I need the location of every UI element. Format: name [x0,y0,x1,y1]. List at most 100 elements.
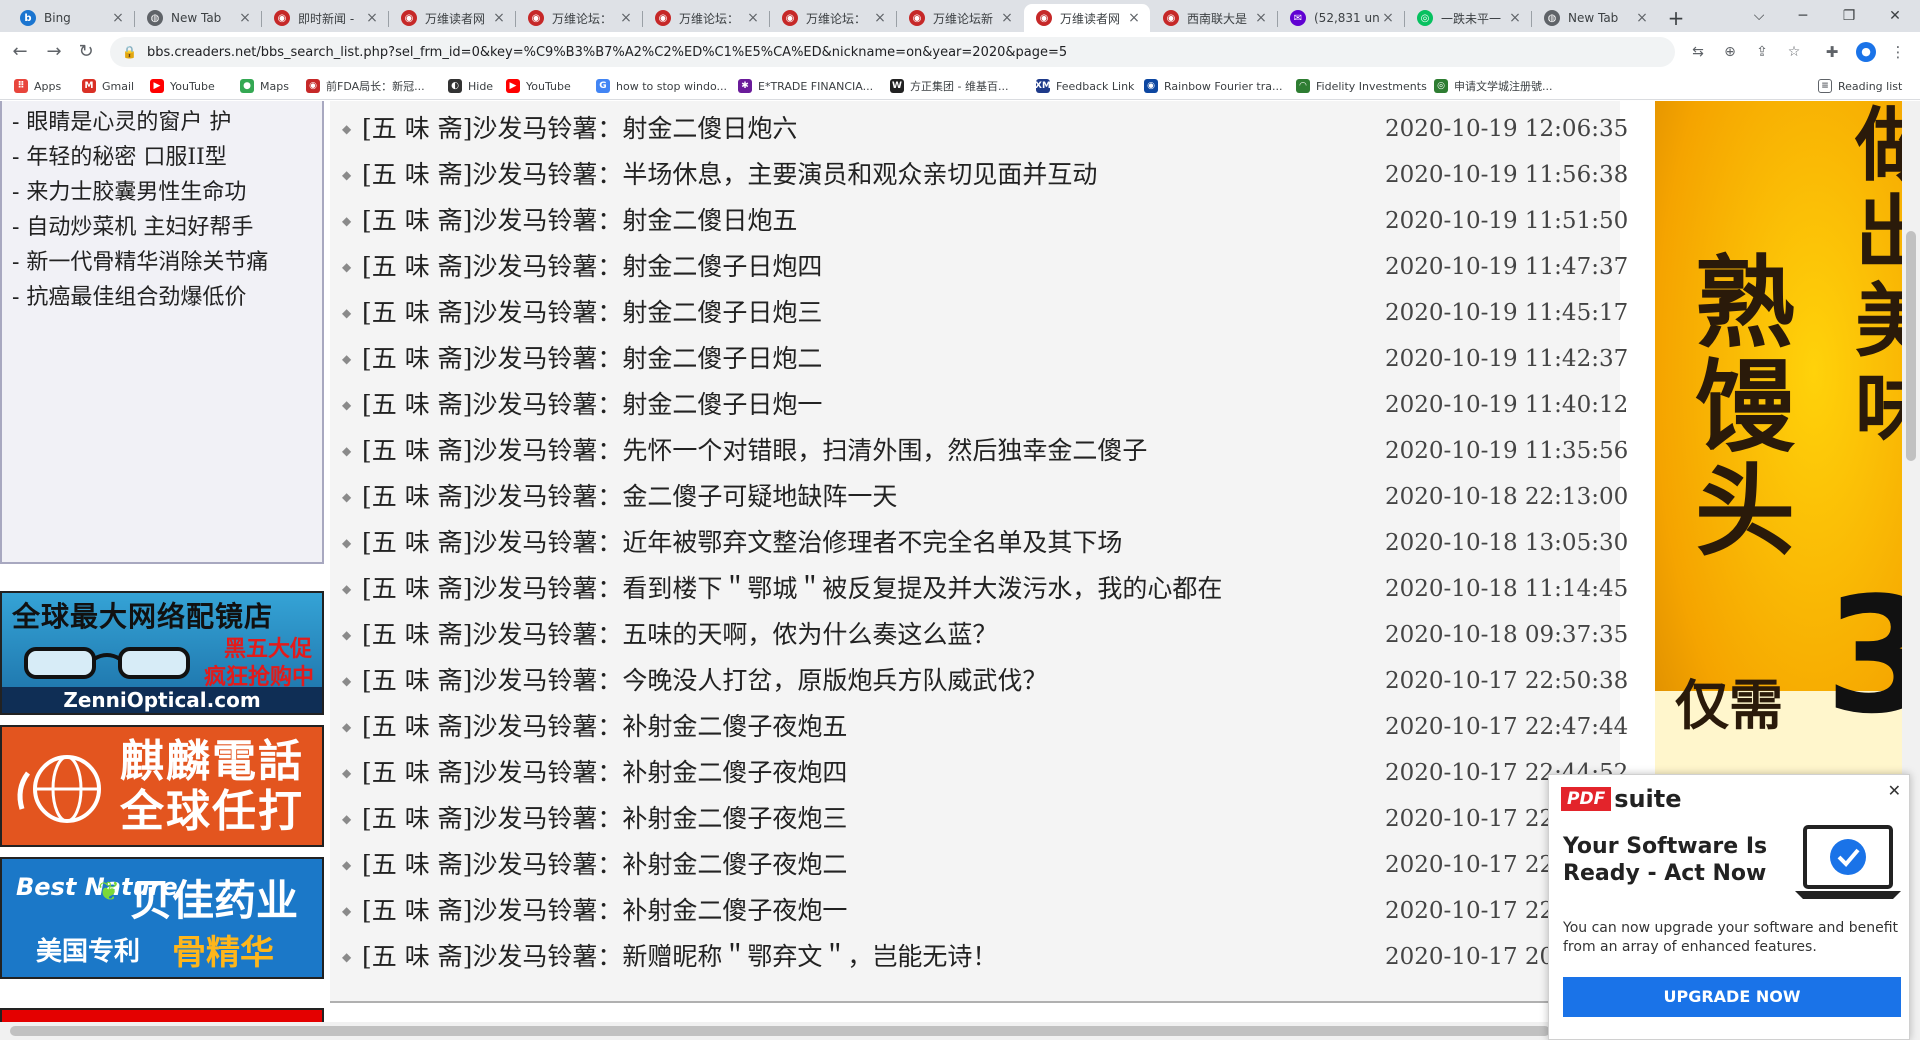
sidebar-ad-link[interactable]: - 自动炒菜机 主妇好帮手 [12,210,322,245]
sidebar-ad-link[interactable]: - 抗癌最佳组合劲爆低价 [12,280,322,315]
tab-close-icon[interactable]: × [999,10,1015,26]
browser-tab[interactable]: ◉ 西南联大是 × [1151,4,1277,32]
wikipedia-icon: W [890,79,904,93]
tab-close-icon[interactable]: × [745,10,761,26]
post-title-link[interactable]: [五 味 斋]沙发马铃薯：射金二傻子日炮一 [362,382,822,428]
browser-tab[interactable]: ◉ 即时新闻 - × [262,4,388,32]
menu-kebab-icon[interactable]: ⋮ [1884,38,1912,66]
tab-close-icon[interactable]: × [237,10,253,26]
post-title-link[interactable]: [五 味 斋]沙发马铃薯：射金二傻子日炮二 [362,336,822,382]
diamond-bullet-icon: ◆ [342,536,352,550]
extensions-puzzle-icon[interactable]: ✚ [1818,38,1846,66]
tab-close-icon[interactable]: × [1507,10,1523,26]
bookmark-item[interactable]: ◠ Fidelity Investments [1296,77,1427,95]
post-title-link[interactable]: [五 味 斋]沙发马铃薯：补射金二傻子夜炮三 [362,796,847,842]
sidebar-ad-link[interactable]: - 新一代骨精华消除关节痛 [12,245,322,280]
bookmark-item[interactable]: ✱ E*TRADE FINANCIA... [738,77,873,95]
minimize-icon[interactable]: ─ [1780,2,1826,30]
bookmark-item[interactable]: XM Feedback Link [1035,77,1134,95]
reload-icon[interactable]: ↻ [72,38,100,66]
browser-tab[interactable]: ◉ 万维论坛： × [516,4,642,32]
bookmark-item[interactable]: ◐ Hide [448,77,493,95]
tab-close-icon[interactable]: × [364,10,380,26]
tab-close-icon[interactable]: × [872,10,888,26]
sidebar-ad-link[interactable]: - 来力士胶囊男性生命功 [12,175,322,210]
wechat-icon: ◎ [1417,10,1433,26]
post-title-link[interactable]: [五 味 斋]沙发马铃薯：新赠昵称＂鄂弃文＂，岂能无诗！ [362,934,997,980]
bookmark-item[interactable]: M Gmail [82,77,134,95]
post-title-link[interactable]: [五 味 斋]沙发马铃薯：补射金二傻子夜炮一 [362,888,847,934]
creaders-icon: ◉ [909,10,925,26]
bookmark-item[interactable]: ◉ Rainbow Fourier tra... [1144,77,1282,95]
bookmark-item[interactable]: ▶ YouTube [150,77,215,95]
post-title-link[interactable]: [五 味 斋]沙发马铃薯：半场休息，主要演员和观众亲切见面并互动 [362,152,1097,198]
bookmark-item[interactable]: ⠿ Apps [14,77,61,95]
tab-close-icon[interactable]: × [618,10,634,26]
browser-tab[interactable]: ◍ New Tab × [1532,4,1658,32]
tab-close-icon[interactable]: × [1253,10,1269,26]
upgrade-now-button[interactable]: UPGRADE NOW [1563,977,1901,1017]
bookmark-item[interactable]: W 方正集团 - 维基百... [890,77,1008,95]
tab-title: 万维论坛： [679,11,740,26]
post-title-link[interactable]: [五 味 斋]沙发马铃薯：五味的天啊，侬为什么奏这么蓝？ [362,612,997,658]
post-title-link[interactable]: [五 味 斋]沙发马铃薯：射金二傻子日炮三 [362,290,822,336]
tab-close-icon[interactable]: × [1126,10,1142,26]
bookmark-star-icon[interactable]: ☆ [1780,38,1808,66]
browser-tab[interactable]: ◉ 万维论坛： × [770,4,896,32]
horizontal-scroll-thumb[interactable] [10,1026,1550,1036]
tab-close-icon[interactable]: × [1634,10,1650,26]
close-window-icon[interactable]: ✕ [1872,2,1918,30]
post-title-link[interactable]: [五 味 斋]沙发马铃薯：看到楼下＂鄂城＂被反复提及并大泼污水，我的心都在 [362,566,1222,612]
right-banner-ad[interactable]: 做出美味 熟馒头 仅需 3 [1655,101,1920,776]
address-bar[interactable]: 🔒 bbs.creaders.net/bbs_search_list.php?s… [110,37,1675,67]
post-title-link[interactable]: [五 味 斋]沙发马铃薯：补射金二傻子夜炮五 [362,704,847,750]
browser-tab[interactable]: ◉ 万维论坛新 × [897,4,1023,32]
post-title-link[interactable]: [五 味 斋]沙发马铃薯：射金二傻日炮六 [362,106,797,152]
bookmark-item[interactable]: ▶ YouTube [506,77,571,95]
tab-close-icon[interactable]: × [1380,10,1396,26]
back-arrow-icon[interactable]: ← [6,38,34,66]
post-title-link[interactable]: [五 味 斋]沙发马铃薯：近年被鄂弃文整治修理者不完全名单及其下场 [362,520,1122,566]
browser-tab[interactable]: b Bing × [8,4,134,32]
browser-tab[interactable]: ◉ 万维论坛： × [643,4,769,32]
browser-tab[interactable]: ◍ New Tab × [135,4,261,32]
post-title-link[interactable]: [五 味 斋]沙发马铃薯：金二傻子可疑地缺阵一天 [362,474,897,520]
post-title-link[interactable]: [五 味 斋]沙发马铃薯：射金二傻日炮五 [362,198,797,244]
lock-icon[interactable]: 🔒 [122,45,137,59]
sidebar-ad-link[interactable]: - 眼睛是心灵的窗户 护 [12,105,322,140]
bookmark-item[interactable]: ◎ 申请文学城注册號... [1434,77,1553,95]
browser-toolbar: ← → ↻ 🔒 bbs.creaders.net/bbs_search_list… [0,32,1920,72]
post-timestamp: 2020-10-18 13:05:30 [1385,530,1629,556]
tab-close-icon[interactable]: × [491,10,507,26]
reading-list-button[interactable]: ≡ Reading list [1818,77,1902,95]
post-title-link[interactable]: [五 味 斋]沙发马铃薯：补射金二傻子夜炮四 [362,750,847,796]
bookmark-item[interactable]: ◉ 前FDA局长：新冠... [306,77,425,95]
browser-tab[interactable]: ✉ (52,831 unr × [1278,4,1404,32]
forward-arrow-icon[interactable]: → [40,38,68,66]
popup-close-icon[interactable]: ✕ [1888,781,1901,800]
post-title-link[interactable]: [五 味 斋]沙发马铃薯：射金二傻子日炮四 [362,244,822,290]
bookmark-item[interactable]: ● Maps [240,77,289,95]
translate-icon[interactable]: ⇆ [1684,38,1712,66]
post-title-link[interactable]: [五 味 斋]沙发马铃薯：今晚没人打岔，原版炮兵方队威武伐？ [362,658,1047,704]
browser-tab[interactable]: ◉ 万维读者网 × [389,4,515,32]
tab-close-icon[interactable]: × [110,10,126,26]
post-title-link[interactable]: [五 味 斋]沙发马铃薯：先怀一个对错眼，扫清外围，然后独幸金二傻子 [362,428,1147,474]
profile-avatar-icon[interactable]: ● [1856,42,1876,62]
bookmark-item[interactable]: Ghow to stop windo... [596,77,727,95]
tab-search-chevron-icon[interactable]: ⌵ [1736,2,1782,30]
browser-tab[interactable]: ◎ 一跌未平一 × [1405,4,1531,32]
tab-strip: b Bing × ◍ New Tab × ◉ 即时新闻 - × ◉ 万维读者网 × ◉ 万维论坛： × ◉ 万维… [0,0,1920,32]
diamond-bullet-icon: ◆ [342,490,352,504]
new-tab-plus-icon[interactable]: + [1662,4,1690,32]
share-icon[interactable]: ⇪ [1748,38,1776,66]
vertical-scroll-thumb[interactable] [1906,231,1916,461]
browser-tab[interactable]: ◉ 万维读者网 × [1024,4,1150,32]
beijia-pharma-ad[interactable]: Best Nature ❦ 贝佳药业 美国专利 骨精华 [0,857,324,979]
zenni-optical-ad[interactable]: 全球最大网络配镜店 黑五大促 疯狂抢购中 ZenniOptical.com [0,591,324,715]
qilin-phone-ad[interactable]: 麒麟電話 全球任打 [0,725,324,847]
restore-icon[interactable]: ❐ [1826,2,1872,30]
post-title-link[interactable]: [五 味 斋]沙发马铃薯：补射金二傻子夜炮二 [362,842,847,888]
sidebar-ad-link[interactable]: - 年轻的秘密 口服II型 [12,140,322,175]
zoom-icon[interactable]: ⊕ [1716,38,1744,66]
